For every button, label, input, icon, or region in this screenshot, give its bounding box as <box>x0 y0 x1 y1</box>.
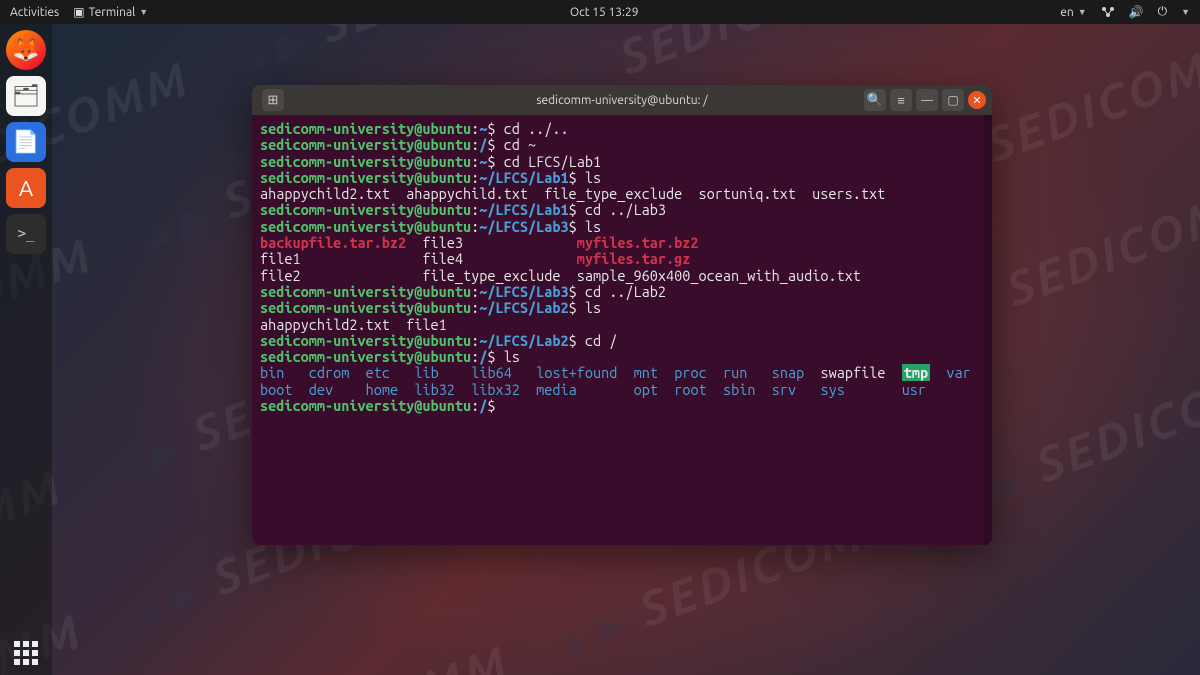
app-menu-terminal[interactable]: ▣ Terminal ▼ <box>73 5 148 19</box>
app-menu-label: Terminal <box>89 6 136 19</box>
activities-button[interactable]: Activities <box>10 6 59 19</box>
dock-files[interactable]: 🗂 <box>6 76 46 116</box>
network-icon[interactable] <box>1101 6 1115 18</box>
search-button[interactable]: 🔍 <box>864 89 886 111</box>
terminal-icon: ▣ <box>73 5 84 19</box>
menu-button[interactable]: ≡ <box>890 89 912 111</box>
close-button[interactable]: ✕ <box>968 91 986 109</box>
dock-firefox[interactable]: 🦊 <box>6 30 46 70</box>
terminal-content[interactable]: sedicomm-university@ubuntu:~$ cd ../.. s… <box>252 115 992 545</box>
chevron-down-icon: ▼ <box>1181 7 1190 17</box>
power-icon[interactable]: ⏻ <box>1158 5 1168 19</box>
dock-docs[interactable]: 📄 <box>6 122 46 162</box>
volume-icon[interactable]: 🔊 <box>1129 5 1144 19</box>
dock-store[interactable]: A <box>6 168 46 208</box>
input-language[interactable]: en ▼ <box>1060 6 1086 19</box>
lang-label: en <box>1060 6 1073 19</box>
chevron-down-icon: ▼ <box>139 7 148 17</box>
gnome-topbar: Activities ▣ Terminal ▼ Oct 15 13:29 en … <box>0 0 1200 24</box>
clock[interactable]: Oct 15 13:29 <box>148 6 1060 19</box>
terminal-window: ⊞ sedicomm-university@ubuntu: / 🔍 ≡ — ▢ … <box>252 85 992 545</box>
maximize-button[interactable]: ▢ <box>942 89 964 111</box>
show-applications[interactable] <box>14 641 38 665</box>
dock: 🦊 🗂 📄 A >_ <box>0 24 52 675</box>
dock-terminal[interactable]: >_ <box>6 214 46 254</box>
minimize-button[interactable]: — <box>916 89 938 111</box>
titlebar[interactable]: ⊞ sedicomm-university@ubuntu: / 🔍 ≡ — ▢ … <box>252 85 992 115</box>
new-tab-button[interactable]: ⊞ <box>262 89 284 111</box>
chevron-down-icon: ▼ <box>1078 7 1087 17</box>
